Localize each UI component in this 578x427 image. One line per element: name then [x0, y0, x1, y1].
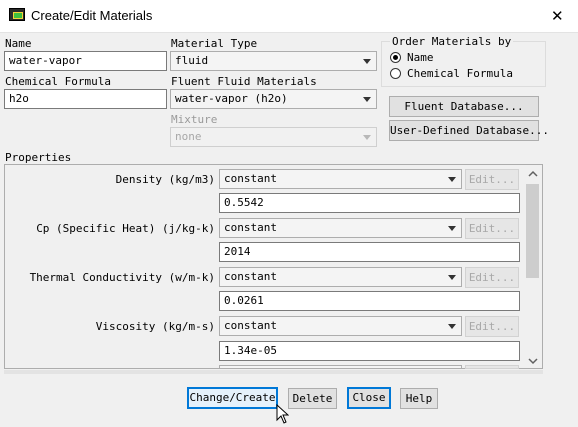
viscosity-edit-button[interactable]: Edit... [465, 316, 519, 337]
order-by-formula-label: Chemical Formula [407, 67, 513, 80]
scrollbar-thumb[interactable] [526, 184, 539, 278]
close-icon[interactable]: ✕ [551, 7, 564, 25]
next-method-dropdown[interactable] [219, 365, 462, 369]
density-value-field[interactable]: 0.5542 [219, 193, 520, 213]
viscosity-method-dropdown[interactable]: constant [219, 316, 462, 336]
fluent-fluid-materials-value: water-vapor (h2o) [175, 92, 288, 105]
fluent-app-icon [9, 8, 25, 21]
radio-selected-icon [390, 52, 401, 63]
help-button[interactable]: Help [400, 388, 438, 409]
close-button[interactable]: Close [347, 387, 391, 409]
next-edit-button[interactable] [465, 365, 519, 369]
name-label: Name [5, 37, 32, 50]
cp-value-field[interactable]: 2014 [219, 242, 520, 262]
mixture-value: none [175, 130, 202, 143]
density-method-value: constant [224, 172, 277, 185]
mixture-dropdown[interactable]: none [170, 127, 377, 147]
chevron-down-icon [448, 324, 456, 329]
material-type-dropdown[interactable]: fluid [170, 51, 377, 71]
chevron-down-icon [448, 275, 456, 280]
order-by-name-radio[interactable]: Name [389, 51, 509, 65]
viscosity-method-value: constant [224, 319, 277, 332]
density-method-dropdown[interactable]: constant [219, 169, 462, 189]
material-type-value: fluid [175, 54, 209, 67]
chevron-down-icon [363, 97, 371, 102]
viscosity-label: Viscosity (kg/m-s) [95, 320, 215, 333]
thermal-conductivity-edit-button[interactable]: Edit... [465, 267, 519, 288]
cp-method-value: constant [224, 221, 277, 234]
viscosity-value-field[interactable]: 1.34e-05 [219, 341, 520, 361]
density-edit-button[interactable]: Edit... [465, 169, 519, 190]
order-by-name-label: Name [407, 51, 434, 64]
user-defined-database-button[interactable]: User-Defined Database... [389, 120, 549, 141]
chevron-down-icon [363, 59, 371, 64]
chemical-formula-label: Chemical Formula [5, 75, 111, 88]
thermal-conductivity-label: Thermal Conductivity (w/m-k) [29, 271, 215, 284]
order-by-formula-radio[interactable]: Chemical Formula [389, 67, 529, 81]
chemical-formula-field[interactable]: h2o [4, 89, 167, 109]
cp-method-dropdown[interactable]: constant [219, 218, 462, 238]
scroll-down-icon[interactable] [528, 355, 538, 368]
horizontal-scrollbar[interactable] [4, 370, 543, 374]
scroll-up-icon[interactable] [528, 168, 538, 181]
thermal-conductivity-method-dropdown[interactable]: constant [219, 267, 462, 287]
window-title: Create/Edit Materials [31, 8, 153, 23]
name-field[interactable]: water-vapor [4, 51, 167, 71]
radio-unselected-icon [390, 68, 401, 79]
mixture-label: Mixture [171, 113, 218, 126]
change-create-button[interactable]: Change/Create [187, 387, 278, 409]
properties-label: Properties [5, 151, 72, 164]
material-type-label: Material Type [171, 37, 258, 50]
delete-button[interactable]: Delete [288, 388, 337, 409]
density-label: Density (kg/m3) [115, 173, 215, 186]
fluent-database-button[interactable]: Fluent Database... [389, 96, 539, 117]
chevron-down-icon [448, 177, 456, 182]
fluent-fluid-materials-label: Fluent Fluid Materials [171, 75, 317, 88]
chevron-down-icon [448, 226, 456, 231]
order-materials-label: Order Materials by [390, 35, 514, 48]
thermal-conductivity-method-value: constant [224, 270, 277, 283]
fluent-fluid-materials-dropdown[interactable]: water-vapor (h2o) [170, 89, 377, 109]
chevron-down-icon [363, 135, 371, 140]
cp-label: Cp (Specific Heat) (j/kg-k) [36, 222, 215, 235]
thermal-conductivity-value-field[interactable]: 0.0261 [219, 291, 520, 311]
cp-edit-button[interactable]: Edit... [465, 218, 519, 239]
